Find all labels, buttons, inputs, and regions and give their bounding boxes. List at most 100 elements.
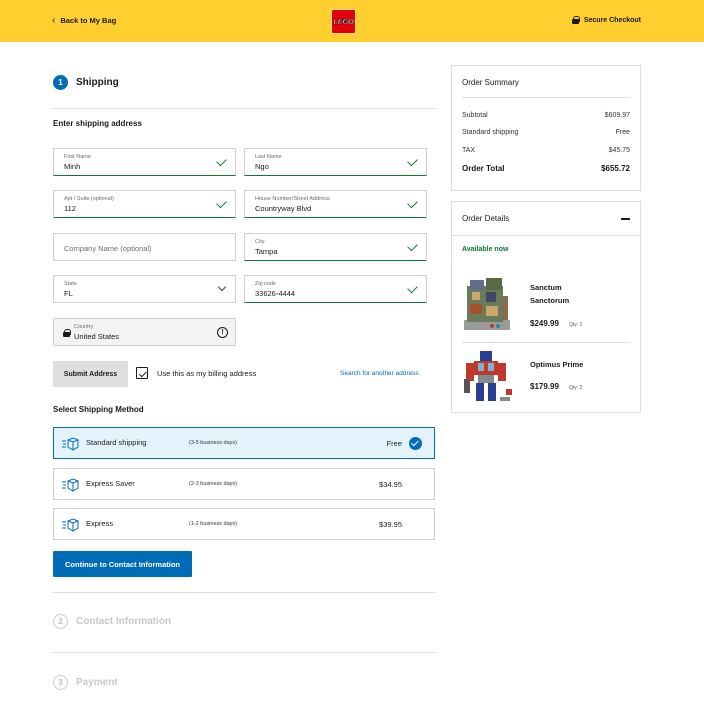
shipping-option-name: Express Saver bbox=[86, 479, 135, 488]
continue-to-contact-button[interactable]: Continue to Contact Information bbox=[53, 551, 192, 577]
product-price: $249.99 bbox=[530, 319, 559, 328]
summary-value: $45.75 bbox=[608, 147, 630, 154]
first-name-value: Minh bbox=[64, 162, 81, 171]
city-field[interactable]: City Tampa bbox=[244, 233, 427, 261]
checkmark-icon bbox=[407, 197, 418, 209]
secure-checkout: Secure Checkout bbox=[571, 16, 641, 24]
product-name-line: Sanctum bbox=[530, 283, 562, 292]
logo-text: LEGO bbox=[333, 17, 354, 26]
shipping-option-days: (2-3 business days) bbox=[189, 481, 237, 487]
summary-row-total: Order Total $655.72 bbox=[462, 164, 630, 173]
shipping-method-title: Select Shipping Method bbox=[53, 405, 144, 414]
last-name-field[interactable]: Last Name Ngo bbox=[244, 148, 427, 176]
shipping-option-price: Free bbox=[386, 439, 402, 448]
state-value: FL bbox=[64, 289, 73, 298]
order-total-value: $655.72 bbox=[601, 164, 630, 173]
zip-code-label: Zip code bbox=[255, 281, 277, 287]
step-shipping: 1 Shipping bbox=[53, 75, 119, 90]
product-image-sanctum bbox=[462, 276, 512, 337]
billing-checkbox[interactable] bbox=[136, 367, 148, 379]
order-summary-panel: Order Summary Subtotal $609.97 Standard … bbox=[451, 65, 641, 191]
divider bbox=[462, 342, 630, 343]
step-title: Shipping bbox=[76, 77, 119, 88]
shipping-option-express[interactable]: Express (1-2 business days) $39.95 bbox=[53, 508, 435, 540]
order-total-label: Order Total bbox=[462, 164, 505, 173]
delivery-box-icon bbox=[62, 437, 80, 456]
zip-code-field[interactable]: Zip code 33626-4444 bbox=[244, 275, 427, 303]
billing-checkbox-label: Use this as my billing address bbox=[157, 368, 257, 378]
summary-row-shipping: Standard shipping Free bbox=[462, 129, 630, 136]
info-icon[interactable]: ! bbox=[217, 327, 228, 338]
submit-address-button[interactable]: Submit Address bbox=[53, 361, 128, 387]
summary-row-tax: TAX $45.75 bbox=[462, 147, 630, 154]
apt-suite-value: 112 bbox=[64, 204, 76, 213]
apt-suite-field[interactable]: Apt / Suite (optional) 112 bbox=[53, 190, 236, 218]
search-another-address-link[interactable]: Search for another address bbox=[340, 370, 419, 377]
checkmark-icon bbox=[407, 282, 418, 294]
divider bbox=[462, 97, 630, 98]
chevron-left-icon: ‹ bbox=[52, 14, 56, 26]
divider bbox=[53, 592, 435, 593]
step-number: 2 bbox=[53, 614, 68, 629]
billing-address-option[interactable]: Use this as my billing address bbox=[136, 367, 256, 379]
product-image-optimus-prime bbox=[462, 349, 516, 410]
first-name-label: First Name bbox=[64, 154, 91, 160]
street-address-label: House Number/Street Address bbox=[255, 196, 330, 202]
availability-label: Available now bbox=[462, 246, 509, 253]
divider bbox=[53, 108, 435, 109]
divider bbox=[53, 652, 435, 653]
minus-icon[interactable] bbox=[621, 218, 630, 220]
summary-value: $609.97 bbox=[604, 112, 630, 119]
step-number: 1 bbox=[53, 75, 68, 90]
step-payment: 3 Payment bbox=[53, 675, 118, 690]
product-name: Sanctum Sanctorum bbox=[530, 281, 569, 307]
shipping-option-express-saver[interactable]: Express Saver (2-3 business days) $34.95 bbox=[53, 468, 435, 500]
summary-label: Subtotal bbox=[462, 112, 488, 119]
country-value: United States bbox=[74, 332, 120, 341]
step-title: Payment bbox=[76, 677, 118, 688]
back-to-bag-label: Back to My Bag bbox=[60, 16, 117, 25]
order-details-title: Order Details bbox=[462, 214, 510, 223]
country-field: Country United States ! bbox=[53, 318, 236, 346]
selected-check-icon bbox=[409, 437, 422, 450]
lego-logo[interactable]: LEGO bbox=[331, 9, 356, 34]
shipping-option-name: Standard shipping bbox=[86, 438, 147, 447]
back-to-bag-link[interactable]: ‹ Back to My Bag bbox=[52, 14, 117, 26]
product-qty: Qty: 2 bbox=[569, 385, 583, 391]
order-details-panel: Order Details Available now Sanctum Sanct… bbox=[451, 201, 641, 413]
summary-label: Standard shipping bbox=[462, 129, 519, 136]
city-value: Tampa bbox=[255, 247, 278, 256]
checkmark-icon bbox=[216, 197, 227, 209]
shipping-option-days: (3-5 business days) bbox=[189, 440, 237, 446]
step-title: Contact Information bbox=[76, 616, 171, 627]
last-name-value: Ngo bbox=[255, 162, 269, 171]
divider bbox=[452, 235, 640, 236]
last-name-label: Last Name bbox=[255, 154, 282, 160]
shipping-option-standard[interactable]: Standard shipping (3-5 business days) Fr… bbox=[53, 427, 435, 459]
street-address-value: Countryway Blvd bbox=[255, 204, 312, 213]
product-qty: Qty: 1 bbox=[569, 322, 583, 328]
state-select[interactable]: State FL bbox=[53, 275, 236, 303]
city-label: City bbox=[255, 239, 265, 245]
order-item: Sanctum Sanctorum $249.99 Qty: 1 bbox=[462, 276, 630, 336]
secure-checkout-label: Secure Checkout bbox=[583, 16, 641, 24]
first-name-field[interactable]: First Name Minh bbox=[53, 148, 236, 176]
checkmark-icon bbox=[216, 155, 227, 167]
delivery-box-icon bbox=[62, 518, 80, 537]
checkmark-icon bbox=[407, 155, 418, 167]
shipping-option-price: $34.95 bbox=[379, 480, 402, 489]
zip-code-value: 33626-4444 bbox=[255, 289, 296, 298]
step-contact-information: 2 Contact Information bbox=[53, 614, 171, 629]
address-section-title: Enter shipping address bbox=[53, 119, 142, 128]
summary-label: TAX bbox=[462, 147, 476, 154]
street-address-field[interactable]: House Number/Street Address Countryway B… bbox=[244, 190, 427, 218]
company-name-field[interactable]: Company Name (optional) bbox=[53, 233, 236, 261]
country-label: Country bbox=[74, 324, 94, 330]
product-name: Optimus Prime bbox=[530, 360, 584, 369]
order-item: Optimus Prime $179.99 Qty: 2 bbox=[462, 349, 630, 405]
shipping-option-days: (1-2 business days) bbox=[189, 521, 237, 527]
step-number: 3 bbox=[53, 675, 68, 690]
chevron-down-icon bbox=[217, 282, 227, 292]
company-name-placeholder: Company Name (optional) bbox=[64, 244, 152, 253]
summary-row-subtotal: Subtotal $609.97 bbox=[462, 112, 630, 119]
